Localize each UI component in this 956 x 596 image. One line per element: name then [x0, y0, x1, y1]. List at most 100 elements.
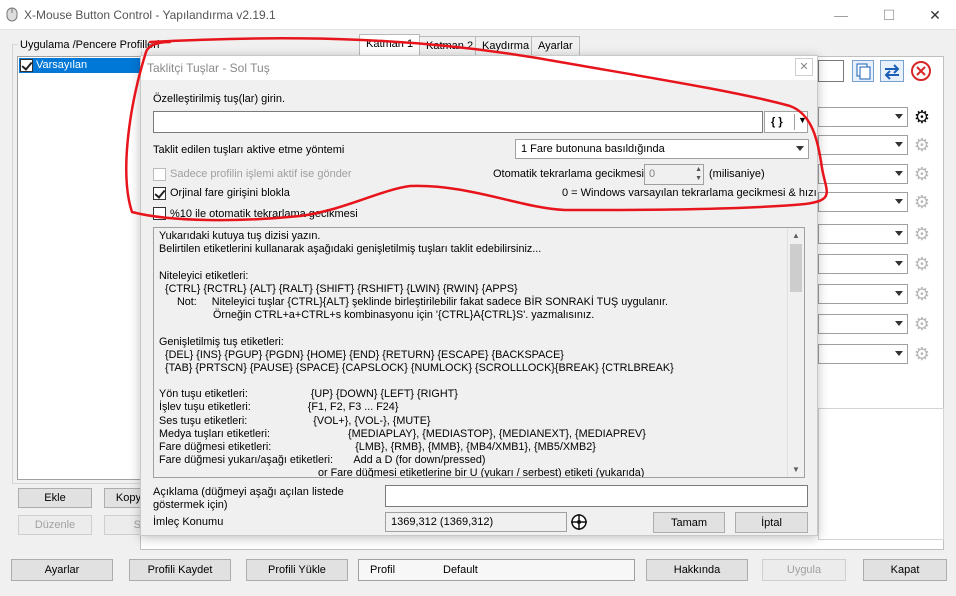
button-action-combo-3[interactable]	[818, 164, 908, 184]
help-line: or Fare düğmesi etiketlerine bir U (yuka…	[159, 467, 645, 478]
gear-icon[interactable]: ⚙	[912, 192, 932, 212]
repeat-delay-input[interactable]: 0 ▲ ▼	[644, 164, 704, 185]
repeat-delay-note: 0 = Windows varsayılan tekrarlama gecikm…	[562, 187, 817, 199]
profile-checkbox[interactable]	[20, 59, 33, 72]
copy-icon	[856, 63, 871, 80]
tab-layer-1[interactable]: Katman 1	[359, 34, 421, 57]
custom-keys-input[interactable]	[153, 111, 763, 133]
cursor-position-field: 1369,312 (1369,312)	[385, 512, 567, 532]
cancel-circle-icon	[911, 61, 931, 81]
settings-group	[818, 408, 944, 540]
only-active-profile-checkbox[interactable]	[153, 168, 166, 181]
tab-settings[interactable]: Ayarlar	[531, 36, 580, 57]
apply-button[interactable]: Uygula	[762, 559, 846, 581]
app-filter-input[interactable]	[818, 60, 844, 82]
only-active-profile-label: Sadece profilin işlemi aktif ise gönder	[170, 168, 352, 180]
scroll-thumb[interactable]	[790, 244, 802, 292]
custom-keys-label: Özelleştirilmiş tuş(lar) girin.	[153, 93, 286, 105]
copy-layer-button[interactable]	[852, 60, 874, 82]
swap-buttons[interactable]	[880, 60, 904, 82]
spinner-arrows-icon[interactable]: ▲ ▼	[695, 165, 702, 183]
gear-icon[interactable]: ⚙	[912, 107, 932, 127]
description-label-line-1: Açıklama (düğmeyi aşağı açılan listede	[153, 486, 344, 498]
delete-button[interactable]: S	[104, 515, 144, 535]
window-title-bar: X-Mouse Button Control - Yapılandırma v2…	[0, 0, 956, 30]
button-action-combo-9[interactable]	[818, 344, 908, 364]
braces-label: { }	[771, 116, 783, 128]
chevron-down-icon: ▼	[798, 115, 807, 125]
profiles-list[interactable]: Varsayılan	[17, 56, 142, 480]
cancel-button[interactable]: İptal	[735, 512, 808, 533]
gear-icon[interactable]: ⚙	[912, 135, 932, 155]
gear-icon[interactable]: ⚙	[912, 344, 932, 364]
help-line: {CTRL} {RCTRL} {ALT} {RALT} {SHIFT} {RSH…	[159, 282, 518, 295]
help-line: Fare düğmesi etiketleri: {LMB}, {RMB}, {…	[159, 441, 596, 453]
gear-icon[interactable]: ⚙	[912, 254, 932, 274]
mouse-app-icon	[6, 7, 18, 22]
repeat-delay-label: Otomatik tekrarlama gecikmesi	[493, 168, 644, 180]
gear-icon[interactable]: ⚙	[912, 164, 932, 184]
profile-label: Varsayılan	[36, 59, 88, 71]
activation-method-combo[interactable]: 1 Fare butonuna basıldığında	[515, 139, 809, 159]
edit-button[interactable]: Düzenle	[18, 515, 92, 535]
button-action-combo-2[interactable]	[818, 135, 908, 155]
tab-scrolling[interactable]: Kaydırma	[475, 36, 537, 57]
gear-icon[interactable]: ⚙	[912, 314, 932, 334]
maximize-button[interactable]: ☐	[866, 2, 912, 28]
activation-method-label: Taklit edilen tuşları aktive etme yöntem…	[153, 144, 345, 156]
profile-status-value: Default	[443, 564, 478, 576]
help-line	[159, 322, 783, 335]
dialog-close-button[interactable]: ✕	[795, 58, 813, 76]
copy-button[interactable]: Kopy	[104, 488, 144, 508]
scroll-up-icon[interactable]: ▲	[788, 228, 804, 243]
button-action-combo-6[interactable]	[818, 254, 908, 274]
button-action-combo-8[interactable]	[818, 314, 908, 334]
reset-button[interactable]	[910, 60, 934, 82]
crosshair-icon[interactable]	[569, 512, 589, 532]
settings-button[interactable]: Ayarlar	[11, 559, 113, 581]
profile-status: Profil Default	[358, 559, 635, 581]
gear-icon[interactable]: ⚙	[912, 224, 932, 244]
profiles-group-label: Uygulama /Pencere Profilleri	[18, 39, 162, 51]
help-line: Medya tuşları etiketleri: {MEDIAPLAY}, {…	[159, 427, 646, 440]
help-line: Niteleyici etiketleri:	[159, 269, 249, 282]
button-action-combo-5[interactable]	[818, 224, 908, 244]
tab-layer-2[interactable]: Katman 2	[419, 36, 481, 57]
description-label-line-2: göstermek için)	[153, 499, 228, 511]
help-line: Yön tuşu etiketleri: {UP} {DOWN} {LEFT} …	[159, 388, 458, 401]
block-original-checkbox[interactable]	[153, 187, 166, 200]
ok-button[interactable]: Tamam	[653, 512, 725, 533]
about-button[interactable]: Hakkında	[646, 559, 748, 581]
cursor-position-label: İmleç Konumu	[153, 516, 224, 528]
help-line: Yukarıdaki kutuya tuş dizisi yazın.	[159, 230, 321, 242]
help-line: Not: Niteleyici tuşlar {CTRL}{ALT} şekli…	[159, 295, 669, 308]
button-action-combo-1[interactable]	[818, 107, 908, 127]
swap-arrows-icon	[884, 64, 900, 80]
scroll-down-icon[interactable]: ▼	[788, 462, 804, 477]
description-input[interactable]	[385, 485, 808, 507]
help-line: {DEL} {INS} {PGUP} {PGDN} {HOME} {END} {…	[159, 348, 564, 361]
repeat-delay-unit: (milisaniye)	[709, 168, 765, 180]
help-line	[159, 256, 783, 269]
block-original-label: Orjinal fare girişini blokla	[170, 187, 290, 199]
help-line: Ses tuşu etiketleri: {VOL+}, {VOL-}, {MU…	[159, 414, 431, 427]
minimize-button[interactable]: —	[818, 2, 864, 28]
profile-item-default[interactable]: Varsayılan	[19, 58, 142, 73]
save-profile-button[interactable]: Profili Kaydet	[129, 559, 231, 581]
simulated-keys-dialog: Taklitçi Tuşlar - Sol Tuş ✕ Özelleştiril…	[140, 55, 818, 536]
random-delay-checkbox[interactable]	[153, 207, 166, 220]
close-button[interactable]: ✕	[912, 2, 956, 28]
load-profile-button[interactable]: Profili Yükle	[246, 559, 348, 581]
dialog-title-bar: Taklitçi Tuşlar - Sol Tuş ✕	[141, 56, 817, 80]
close-app-button[interactable]: Kapat	[863, 559, 947, 581]
help-line: Örneğin CTRL+a+CTRL+s kombinasyonu için …	[159, 309, 595, 322]
button-action-combo-7[interactable]	[818, 284, 908, 304]
help-scrollbar[interactable]: ▲ ▼	[787, 228, 804, 477]
dialog-title: Taklitçi Tuşlar - Sol Tuş	[147, 61, 270, 75]
add-button[interactable]: Ekle	[18, 488, 92, 508]
profile-status-label: Profil	[370, 564, 396, 576]
help-text-box[interactable]: Yukarıdaki kutuya tuş dizisi yazın. Belir…	[153, 227, 805, 478]
gear-icon[interactable]: ⚙	[912, 284, 932, 304]
braces-menu-button[interactable]: { } ▼	[764, 111, 808, 133]
button-action-combo-4[interactable]	[818, 192, 908, 212]
